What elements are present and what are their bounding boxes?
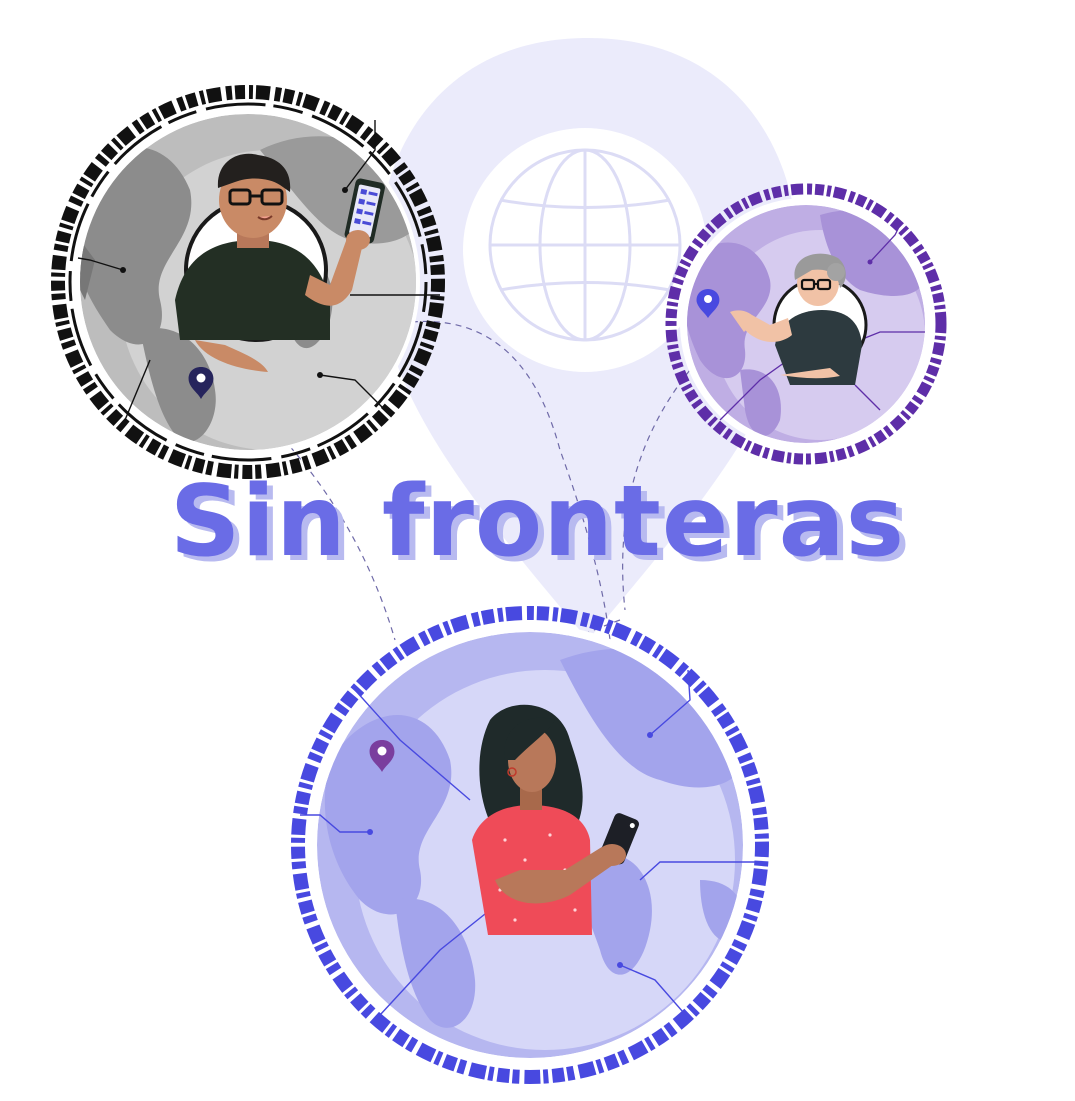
illustration-canvas: [51, 38, 947, 1084]
globe-gray: [51, 85, 445, 479]
globe-blue: [291, 606, 769, 1084]
globe-icon: [488, 148, 682, 342]
illustration: Sin fronteras: [0, 0, 1075, 1097]
